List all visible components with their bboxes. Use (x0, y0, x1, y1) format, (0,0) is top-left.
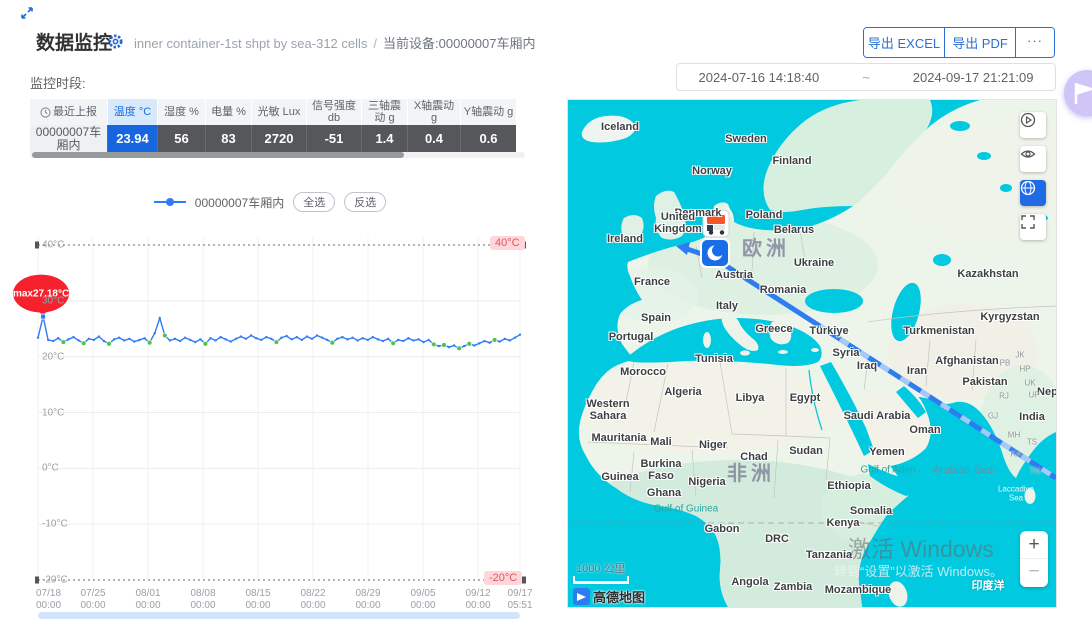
y-axis-tick: -20°C (42, 575, 68, 586)
upper-limit-badge: 40°C (490, 236, 525, 250)
chart-gridlines (38, 237, 520, 580)
breadcrumb-device: 当前设备:00000007车厢内 (383, 36, 535, 51)
y-axis-tick: 0°C (42, 463, 59, 474)
legend-line-marker (154, 201, 186, 203)
start-date-value[interactable]: 2024-07-16 14:18:40 (698, 70, 819, 85)
collapse-panel-icon[interactable] (19, 5, 35, 21)
x-axis-tick: 07/2500:00 (80, 588, 105, 611)
x-axis-tick: 08/2900:00 (355, 588, 380, 611)
col-temperature[interactable]: 温度 °C (108, 99, 158, 125)
y-axis-tick: 30°C (42, 295, 64, 306)
y-axis-tick: 20°C (42, 351, 64, 362)
truck-marker[interactable] (703, 210, 729, 237)
map-scale-label: 1000 公里 (576, 560, 626, 576)
sensor-table: 最近上报 温度 °C 湿度 % 电量 % 光敏 Lux 信号强度 db 三轴震动… (30, 99, 516, 153)
play-route-button[interactable] (1020, 112, 1046, 138)
temperature-series (37, 315, 521, 350)
map-zoom-control: + − (1020, 531, 1048, 587)
col-humidity[interactable]: 湿度 % (158, 99, 206, 125)
device-name-cell[interactable]: 00000007车厢内 (30, 125, 108, 153)
floating-assistant-widget[interactable] (1064, 70, 1092, 116)
visibility-button[interactable] (1020, 146, 1046, 172)
y-axis-tick: 10°C (42, 407, 64, 418)
col-light[interactable]: 光敏 Lux (252, 99, 307, 125)
x-axis-tick: 08/1500:00 (245, 588, 270, 611)
x-axis-tick: 09/0500:00 (410, 588, 435, 611)
clock-icon (40, 107, 51, 118)
globe-icon (1020, 180, 1036, 196)
zoom-out-button[interactable]: − (1020, 558, 1048, 585)
temperature-line-chart[interactable]: max27.18°C 40°C30°C20°C10°C0°C-10°C-20°C… (28, 228, 528, 618)
fullscreen-icon (1020, 214, 1036, 230)
signal-cell[interactable]: -51 (307, 125, 362, 153)
amap-logo[interactable]: 高德地图 (573, 587, 645, 606)
amap-logo-icon (573, 588, 590, 605)
export-excel-button[interactable]: 导出 EXCEL (864, 28, 944, 57)
lower-limit-badge: -20°C (484, 571, 522, 585)
date-range-picker[interactable]: 2024-07-16 14:18:40 ~ 2024-09-17 21:21:0… (676, 63, 1056, 91)
x-axis-tick: 09/1200:00 (465, 588, 490, 611)
col-signal[interactable]: 信号强度 db (307, 99, 362, 125)
scrollbar-thumb[interactable] (32, 152, 404, 158)
light-cell[interactable]: 2720 (252, 125, 307, 153)
assistant-icon (1064, 70, 1092, 116)
x-vibration-cell[interactable]: 0.4 (408, 125, 461, 153)
more-actions-button[interactable]: ··· (1015, 28, 1054, 57)
col-x-vibration[interactable]: X轴震动 g (408, 99, 461, 125)
invert-select-button[interactable]: 反选 (344, 192, 386, 212)
end-date-value[interactable]: 2024-09-17 21:21:09 (913, 70, 1034, 85)
date-range-tilde: ~ (862, 70, 870, 85)
export-button-group: 导出 EXCEL 导出 PDF ··· (863, 27, 1055, 58)
breadcrumb: inner container-1st shpt by sea-312 cell… (134, 33, 535, 52)
table-header-row: 最近上报 温度 °C 湿度 % 电量 % 光敏 Lux 信号强度 db 三轴震动… (30, 99, 516, 125)
x-axis-tick: 08/0800:00 (190, 588, 215, 611)
upper-limit-line (35, 242, 526, 249)
breadcrumb-project: inner container-1st shpt by sea-312 cell… (134, 36, 367, 51)
x-axis-tick: 07/1800:00 (36, 588, 61, 611)
amap-logo-text: 高德地图 (593, 587, 645, 606)
map-scale-bar (573, 576, 629, 584)
x-axis-tick: 09/1705:51 (507, 588, 532, 611)
monitor-period-label: 监控时段: (30, 73, 86, 92)
eye-icon (1020, 146, 1036, 162)
chart-legend: 00000007车厢内 全选 反选 (0, 192, 540, 212)
windows-watermark-line2: 转到“设置”以激活 Windows。 (834, 561, 1003, 580)
humidity-cell[interactable]: 56 (158, 125, 206, 153)
fullscreen-button[interactable] (1020, 214, 1046, 240)
x-axis-tick: 08/2200:00 (300, 588, 325, 611)
col-battery[interactable]: 电量 % (206, 99, 252, 125)
triaxial-vibration-cell[interactable]: 1.4 (362, 125, 408, 153)
play-icon (1020, 112, 1036, 128)
y-axis-tick: 40°C (42, 240, 64, 251)
battery-cell[interactable]: 83 (206, 125, 252, 153)
col-triaxial-vibration[interactable]: 三轴震动 g (362, 99, 408, 125)
x-axis-tick: 08/0100:00 (135, 588, 160, 611)
select-all-button[interactable]: 全选 (293, 192, 335, 212)
table-row: 00000007车厢内 23.94 56 83 2720 -51 1.4 0.4… (30, 125, 516, 153)
device-marker[interactable] (701, 239, 729, 267)
zoom-in-button[interactable]: + (1020, 531, 1048, 558)
page-title: 数据监控 (36, 28, 112, 55)
temperature-cell[interactable]: 23.94 (108, 125, 158, 153)
y-vibration-cell[interactable]: 0.6 (461, 125, 516, 153)
lower-limit-line (35, 577, 526, 584)
breadcr-separator: / (373, 36, 377, 51)
col-last-report[interactable]: 最近上报 (30, 99, 108, 125)
export-pdf-button[interactable]: 导出 PDF (944, 28, 1015, 57)
gear-icon[interactable] (107, 33, 124, 50)
col-y-vibration[interactable]: Y轴震动 g (461, 99, 516, 125)
legend-series-label[interactable]: 00000007车厢内 (195, 194, 284, 211)
table-horizontal-scrollbar[interactable] (30, 152, 525, 158)
route-map[interactable]: IcelandNorwaySwedenFinlandDenmarkUnited … (567, 99, 1057, 608)
chart-datazoom-slider[interactable] (38, 612, 520, 619)
windows-watermark-line1: 激活 Windows (848, 530, 994, 564)
y-axis-tick: -10°C (42, 519, 68, 530)
map-layer-button[interactable] (1020, 180, 1046, 206)
